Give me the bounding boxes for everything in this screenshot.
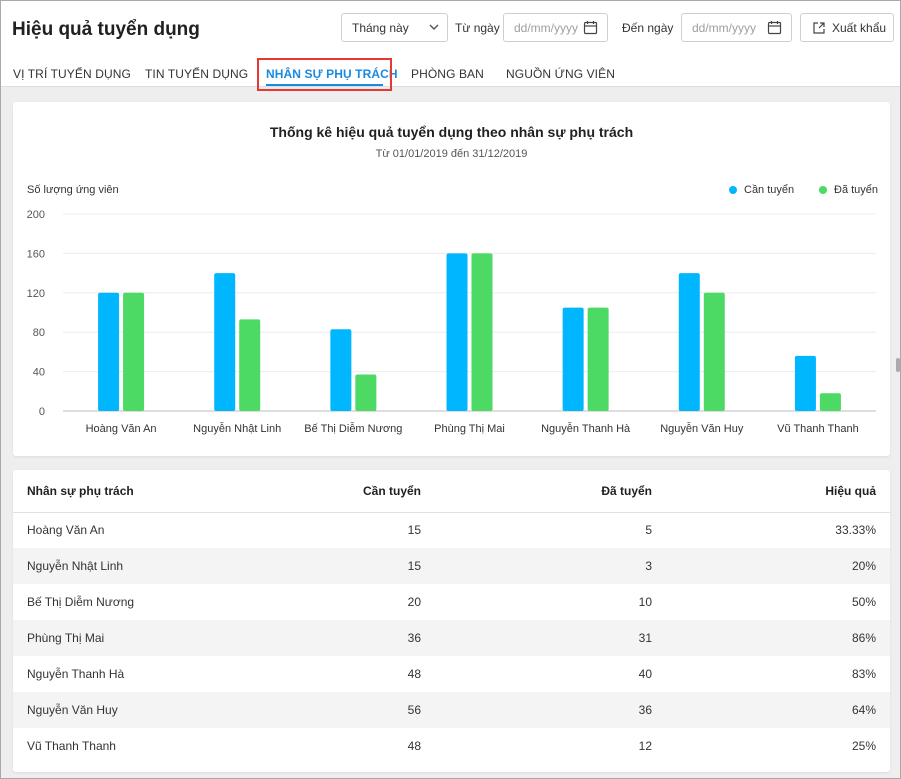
app-window: Hiệu quả tuyển dụng Tháng này Từ ngày dd… bbox=[0, 0, 901, 779]
cell-need: 48 bbox=[407, 739, 421, 753]
to-date-label: Đến ngày bbox=[622, 21, 674, 35]
table-row: Nguyễn Nhật Linh 15 3 20% bbox=[13, 548, 890, 584]
chart-card: Thống kê hiệu quả tuyển dụng theo nhân s… bbox=[13, 102, 890, 456]
y-tick-label: 0 bbox=[39, 406, 45, 418]
period-select[interactable]: Tháng này bbox=[341, 13, 448, 42]
bar-hired bbox=[239, 319, 261, 411]
table-row: Nguyễn Thanh Hà 48 40 83% bbox=[13, 656, 890, 692]
bar-chart: Số lượng ứng viên 0 40 80 120 160 200 Hoàng Văn… bbox=[27, 184, 876, 435]
export-icon bbox=[813, 22, 825, 34]
col-header-staff: Nhân sự phụ trách bbox=[13, 470, 233, 513]
cell-hired: 10 bbox=[638, 595, 652, 609]
table-header-row: Nhân sự phụ trách Cần tuyển Đã tuyển Hiệ… bbox=[13, 470, 890, 513]
from-date-placeholder: dd/mm/yyyy bbox=[514, 20, 579, 35]
to-date-placeholder: dd/mm/yyyy bbox=[692, 20, 757, 35]
bar-need bbox=[214, 273, 236, 411]
cell-efficiency: 33.33% bbox=[835, 523, 876, 538]
cell-staff: Nguyễn Thanh Hà bbox=[27, 667, 125, 681]
cell-staff: Vũ Thanh Thanh bbox=[27, 739, 116, 753]
y-axis-label: Số lượng ứng viên bbox=[27, 184, 119, 196]
table-row: Vũ Thanh Thanh 48 12 25% bbox=[13, 728, 890, 764]
col-header-efficiency: Hiệu quả bbox=[664, 470, 890, 513]
cell-hired: 40 bbox=[638, 667, 652, 681]
cell-efficiency: 50% bbox=[851, 595, 876, 609]
bar-hired bbox=[587, 307, 609, 411]
cell-efficiency: 83% bbox=[851, 667, 876, 681]
cell-staff: Nguyễn Nhật Linh bbox=[27, 559, 124, 573]
cell-hired: 3 bbox=[645, 559, 652, 573]
x-tick-label: Hoàng Văn An bbox=[86, 423, 157, 435]
cell-hired: 12 bbox=[638, 739, 652, 753]
calendar-icon bbox=[767, 21, 782, 35]
tab-vi-tri-tuyen-dung[interactable]: VỊ TRÍ TUYỂN DỤNG bbox=[13, 67, 131, 81]
x-tick-label: Bế Thị Diễm Nương bbox=[304, 422, 402, 435]
cell-need: 48 bbox=[407, 667, 421, 681]
y-tick-label: 120 bbox=[27, 288, 45, 300]
bar-hired bbox=[819, 393, 841, 411]
bar-hired bbox=[123, 292, 145, 411]
col-header-need: Cần tuyển bbox=[233, 470, 433, 513]
bar-hired bbox=[471, 253, 493, 411]
cell-efficiency: 25% bbox=[851, 739, 876, 753]
bar-need bbox=[98, 292, 120, 411]
cell-staff: Phùng Thị Mai bbox=[27, 631, 105, 645]
y-tick-label: 80 bbox=[33, 327, 45, 339]
cell-hired: 36 bbox=[638, 703, 652, 717]
from-date-input[interactable]: dd/mm/yyyy bbox=[503, 13, 608, 42]
table-row: Bế Thị Diễm Nương 20 10 50% bbox=[13, 584, 890, 620]
page-header: Hiệu quả tuyển dụng Tháng này Từ ngày dd… bbox=[1, 1, 900, 91]
x-tick-label: Phùng Thị Mai bbox=[434, 423, 505, 435]
cell-need: 36 bbox=[407, 631, 421, 645]
results-table: Nhân sự phụ trách Cần tuyển Đã tuyển Hiệ… bbox=[13, 470, 890, 764]
x-tick-label: Vũ Thanh Thanh bbox=[777, 423, 859, 435]
from-date-label: Từ ngày bbox=[455, 21, 500, 35]
export-button[interactable]: Xuất khẩu bbox=[800, 13, 894, 42]
bar-need bbox=[446, 253, 468, 411]
cell-need: 20 bbox=[407, 595, 421, 609]
bar-hired bbox=[703, 292, 725, 411]
results-table-card: Nhân sự phụ trách Cần tuyển Đã tuyển Hiệ… bbox=[13, 470, 890, 772]
cell-staff: Bế Thị Diễm Nương bbox=[27, 595, 135, 609]
bar-need bbox=[678, 273, 700, 411]
table-row: Phùng Thị Mai 36 31 86% bbox=[13, 620, 890, 656]
bar-need bbox=[330, 329, 352, 411]
export-label: Xuất khẩu bbox=[832, 20, 887, 35]
bar-need bbox=[794, 355, 816, 411]
cell-efficiency: 64% bbox=[851, 703, 876, 717]
cell-need: 15 bbox=[407, 559, 421, 573]
cell-need: 56 bbox=[407, 703, 421, 717]
tab-phong-ban[interactable]: PHÒNG BAN bbox=[411, 67, 484, 81]
y-tick-label: 160 bbox=[27, 248, 45, 260]
cell-hired: 5 bbox=[645, 523, 652, 538]
x-tick-label: Nguyễn Nhật Linh bbox=[193, 422, 281, 435]
tab-tin-tuyen-dung[interactable]: TIN TUYỂN DỤNG bbox=[145, 67, 248, 81]
y-tick-label: 40 bbox=[33, 367, 45, 379]
y-tick-label: 200 bbox=[27, 209, 45, 221]
bar-need bbox=[562, 307, 584, 411]
x-tick-label: Nguyễn Văn Huy bbox=[660, 422, 744, 435]
active-tab-highlight-box bbox=[257, 58, 392, 91]
chevron-down-icon bbox=[429, 24, 439, 30]
tab-nguon-ung-vien[interactable]: NGUỒN ỨNG VIÊN bbox=[506, 67, 615, 81]
bar-hired bbox=[355, 374, 377, 411]
cell-staff: Hoàng Văn An bbox=[27, 523, 105, 538]
table-row: Hoàng Văn An 15 5 33.33% bbox=[13, 512, 890, 548]
cell-efficiency: 86% bbox=[851, 631, 876, 645]
col-header-hired: Đã tuyển bbox=[433, 470, 664, 513]
page-title: Hiệu quả tuyển dụng bbox=[12, 19, 200, 40]
table-row: Nguyễn Văn Huy 56 36 64% bbox=[13, 692, 890, 728]
cell-efficiency: 20% bbox=[851, 559, 876, 573]
to-date-input[interactable]: dd/mm/yyyy bbox=[681, 13, 792, 42]
calendar-icon bbox=[583, 21, 598, 35]
cell-need: 15 bbox=[407, 523, 421, 538]
period-value: Tháng này bbox=[352, 20, 409, 35]
scrollbar-thumb[interactable] bbox=[896, 358, 900, 372]
cell-hired: 31 bbox=[638, 631, 652, 645]
x-tick-label: Nguyễn Thanh Hà bbox=[541, 422, 631, 435]
cell-staff: Nguyễn Văn Huy bbox=[27, 703, 118, 717]
